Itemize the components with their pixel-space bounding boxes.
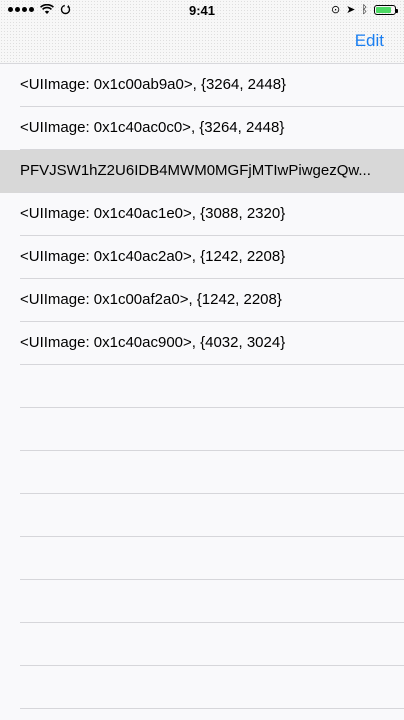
list-item [0,365,404,408]
lock-rotation-icon: ⊙ [330,4,341,16]
battery-icon [374,5,398,15]
row-separator [20,708,404,709]
list-item [0,623,404,666]
list-item[interactable]: <UIImage: 0x1c40ac900>, {4032, 3024} [0,322,404,365]
list-item [0,494,404,537]
list-item[interactable]: PFVJSW1hZ2U6IDB4MWM0MGFjMTIwPiwgezQw... [0,150,404,193]
list-item [0,666,404,709]
list-item[interactable]: <UIImage: 0x1c40ac2a0>, {1242, 2208} [0,236,404,279]
image-list: <UIImage: 0x1c00ab9a0>, {3264, 2448} <UII… [0,64,404,709]
list-item [0,580,404,623]
edit-button[interactable]: Edit [355,31,384,51]
list-item-label: <UIImage: 0x1c00af2a0>, {1242, 2208} [20,291,282,308]
list-item-label: <UIImage: 0x1c00ab9a0>, {3264, 2448} [20,76,287,93]
list-item-label: <UIImage: 0x1c40ac1e0>, {3088, 2320} [20,205,286,222]
list-item[interactable]: <UIImage: 0x1c40ac0c0>, {3264, 2448} [0,107,404,150]
list-item-label: <UIImage: 0x1c40ac2a0>, {1242, 2208} [20,248,286,265]
list-item-label: <UIImage: 0x1c40ac0c0>, {3264, 2448} [20,119,285,136]
list-item[interactable]: <UIImage: 0x1c00af2a0>, {1242, 2208} [0,279,404,322]
battery-level [376,7,391,13]
list-item-label: <UIImage: 0x1c40ac900>, {4032, 3024} [20,334,286,351]
list-item[interactable]: <UIImage: 0x1c40ac1e0>, {3088, 2320} [0,193,404,236]
bluetooth-icon: ᛒ [361,4,368,16]
status-bar: 9:41 ⊙ ➤ ᛒ [0,0,404,22]
list-item [0,537,404,580]
navigation-bar: 9:41 ⊙ ➤ ᛒ Edit [0,0,404,64]
status-right: ⊙ ➤ ᛒ [330,3,398,17]
list-item [0,408,404,451]
location-icon: ➤ [346,4,356,16]
list-item-label: PFVJSW1hZ2U6IDB4MWM0MGFjMTIwPiwgezQw... [20,162,371,179]
list-item[interactable]: <UIImage: 0x1c00ab9a0>, {3264, 2448} [0,64,404,107]
list-item [0,451,404,494]
